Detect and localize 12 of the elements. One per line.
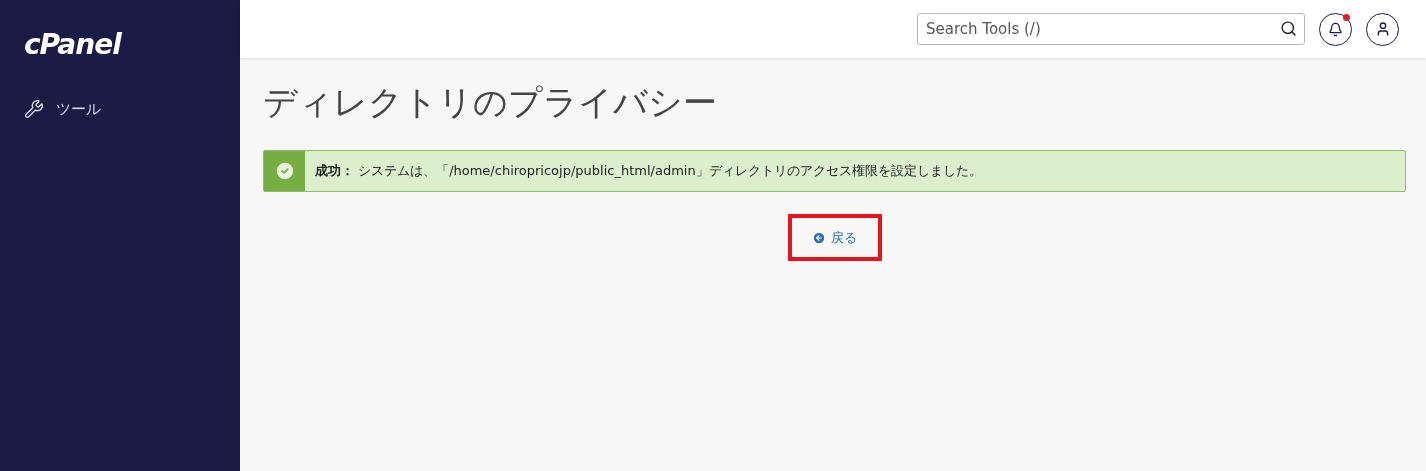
bell-icon [1328, 21, 1343, 37]
sidebar-item[interactable]: ツール [24, 99, 101, 119]
check-icon [273, 160, 296, 182]
tools-icon [24, 99, 44, 119]
back-link[interactable]: 戻る [812, 228, 857, 247]
user-button[interactable] [1366, 12, 1399, 46]
logo[interactable]: cPanel [24, 28, 121, 61]
search-field[interactable]: Search Tools (/) [917, 13, 1305, 45]
page-title: ディレクトリのプライバシー [263, 81, 718, 124]
search-icon [1280, 20, 1297, 37]
notifications-button[interactable] [1319, 12, 1352, 46]
alert-message: 成功： システムは、「/home/chiropricojp/public_html/admin」ディレクトリのアクセス権限を設定しました。 [314, 162, 982, 180]
